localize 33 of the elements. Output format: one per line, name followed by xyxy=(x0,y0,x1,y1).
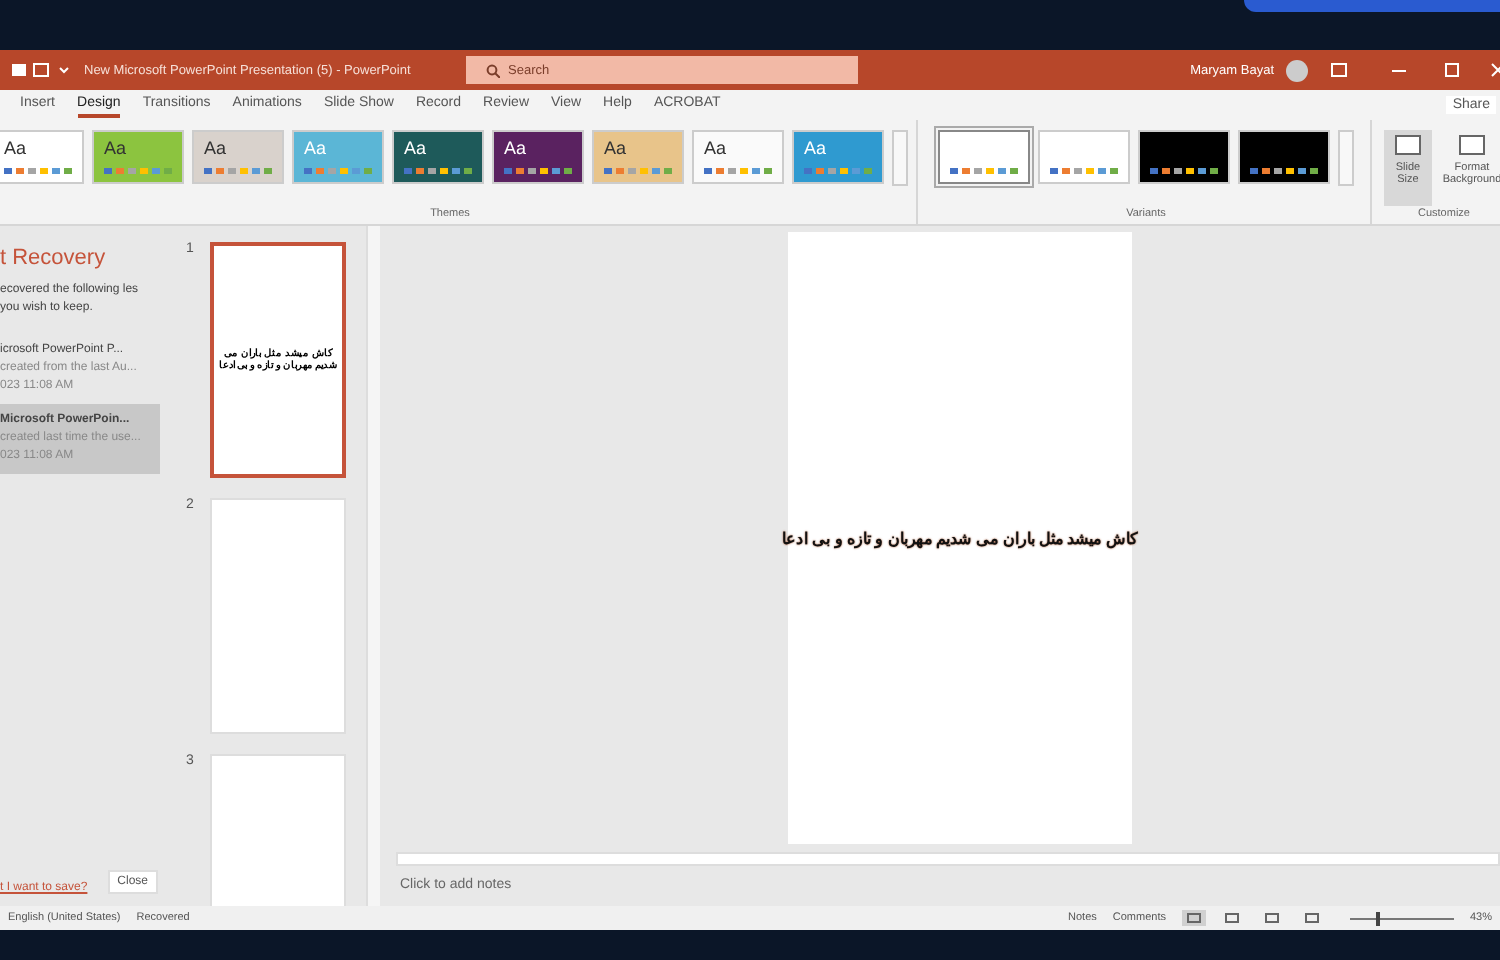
theme-thumbnail[interactable]: Aa xyxy=(92,130,184,184)
slide-icon xyxy=(1394,132,1422,158)
horizontal-scrollbar[interactable] xyxy=(396,852,1500,866)
color-dots-icon xyxy=(604,168,672,174)
theme-thumbnail[interactable]: Aa xyxy=(392,130,484,184)
variant-thumbnail[interactable] xyxy=(1138,130,1230,184)
color-dots-icon xyxy=(404,168,472,174)
color-dots-icon xyxy=(950,168,1018,174)
color-dots-icon xyxy=(1250,168,1318,174)
color-dots-icon xyxy=(504,168,572,174)
color-dots-icon xyxy=(1150,168,1218,174)
variant-thumbnail[interactable] xyxy=(938,130,1030,184)
color-dots-icon xyxy=(304,168,372,174)
color-dots-icon xyxy=(104,168,172,174)
variant-thumbnail[interactable] xyxy=(1238,130,1330,184)
color-dots-icon xyxy=(1050,168,1118,174)
theme-thumbnail[interactable]: Aa xyxy=(692,130,784,184)
theme-thumbnail[interactable]: Aa xyxy=(492,130,584,184)
slide-icon xyxy=(1458,132,1486,158)
variant-thumbnail[interactable] xyxy=(1038,130,1130,184)
vertical-scrollbar[interactable] xyxy=(366,226,380,906)
color-dots-icon xyxy=(804,168,872,174)
theme-thumbnail[interactable]: Aa xyxy=(0,130,84,184)
color-dots-icon xyxy=(4,168,72,174)
pane-title: t Recovery xyxy=(0,246,108,270)
search-icon xyxy=(486,63,500,77)
color-dots-icon xyxy=(704,168,772,174)
quick-access-toolbar-icon[interactable] xyxy=(12,62,72,78)
theme-thumbnail[interactable]: Aa xyxy=(192,130,284,184)
avatar-icon[interactable] xyxy=(1286,59,1308,81)
slide-thumbnail[interactable] xyxy=(210,498,346,734)
color-dots-icon xyxy=(204,168,272,174)
theme-thumbnail[interactable]: Aa xyxy=(592,130,684,184)
